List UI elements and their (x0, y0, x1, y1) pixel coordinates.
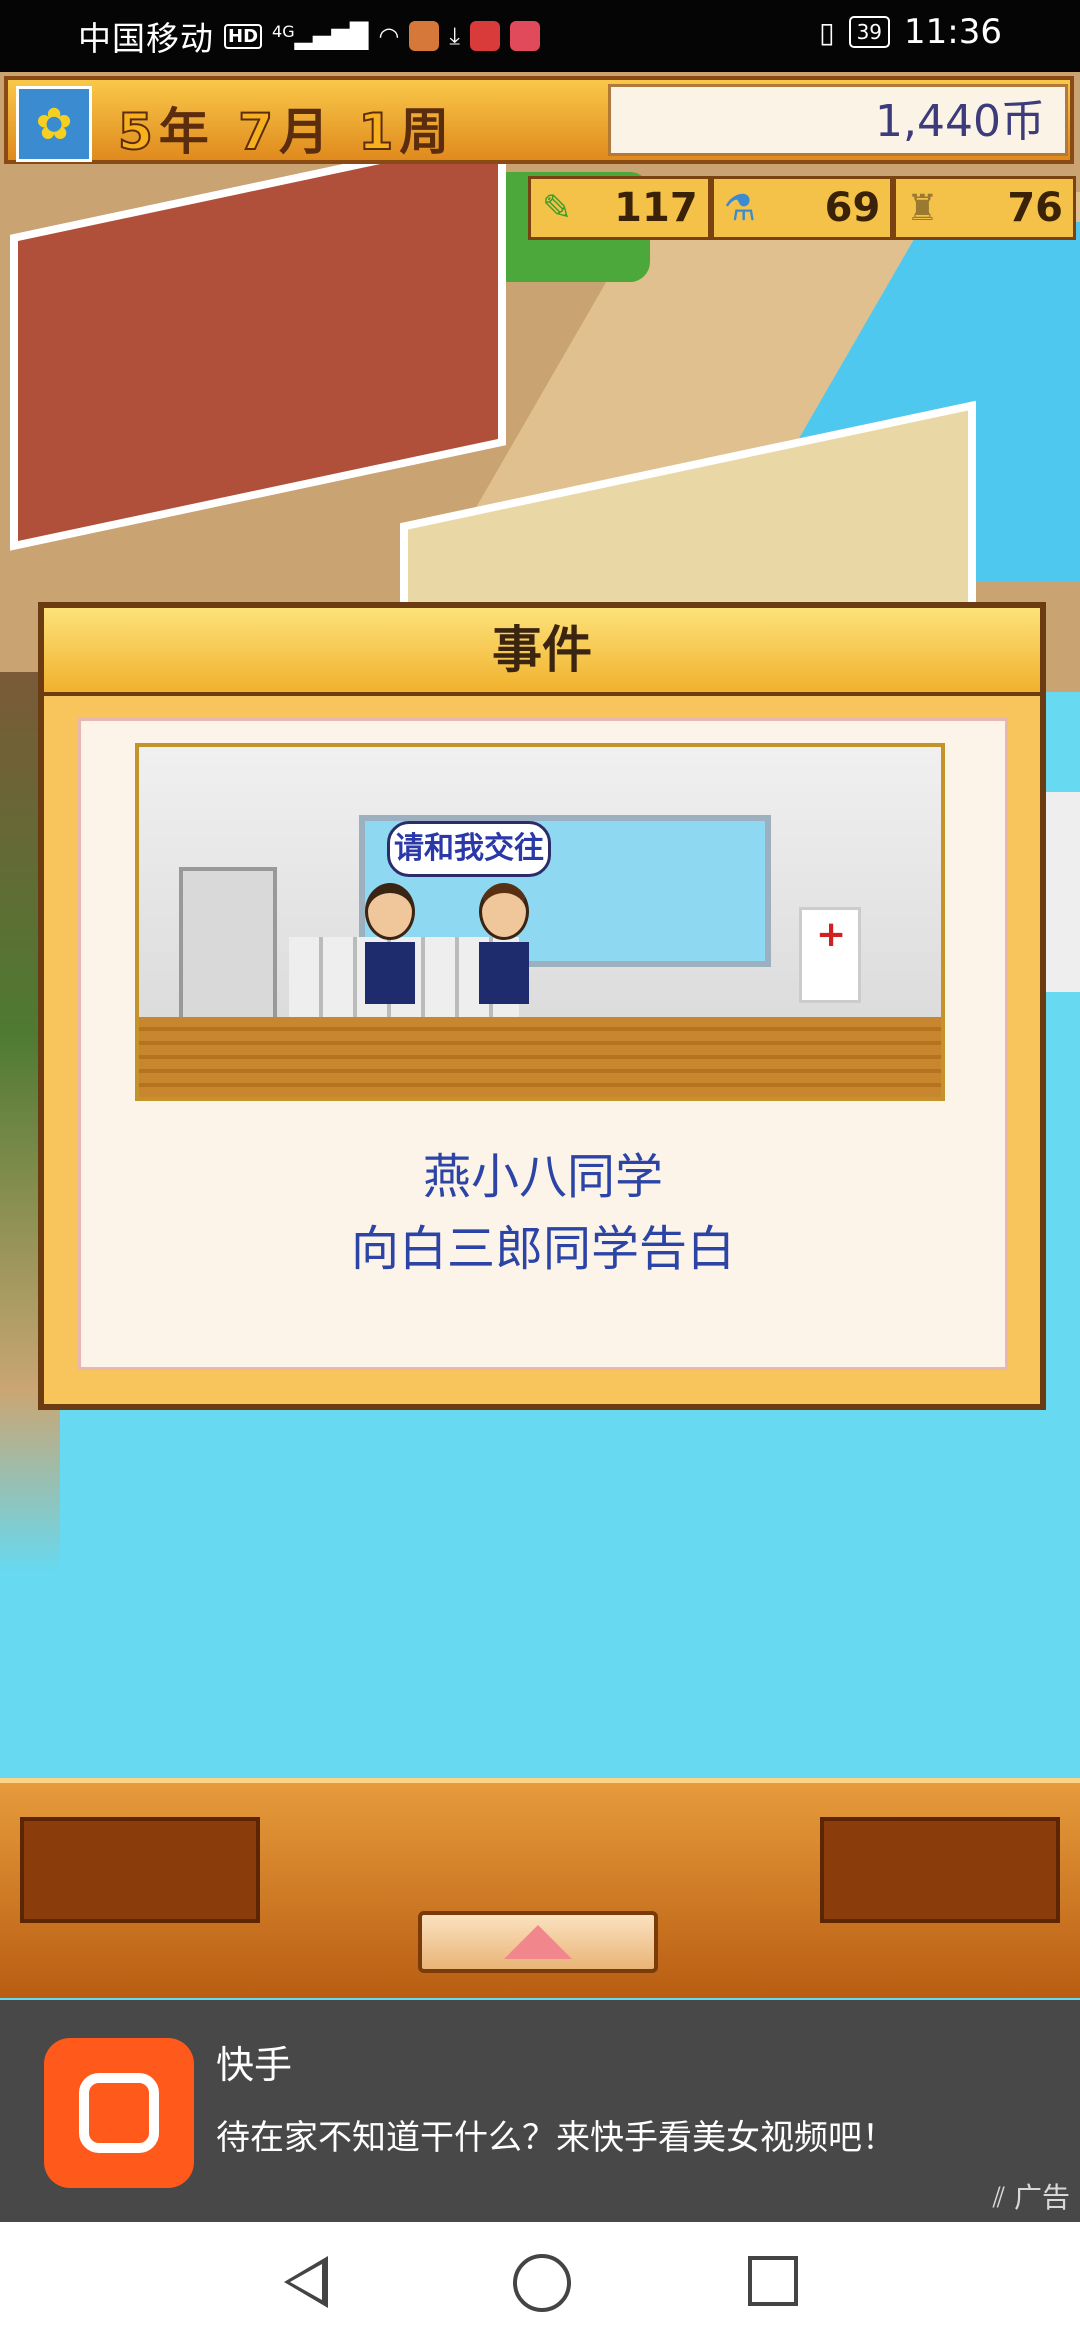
status-left: 中国移动 HD 4G▂▄▆█ ◠ ⤓ (78, 12, 540, 60)
trophy-icon: ♜ (906, 188, 939, 229)
month-number: 7 (237, 102, 280, 162)
stat-sports-value: 76 (1007, 185, 1064, 231)
right-menu-slot[interactable] (820, 1817, 1060, 1923)
stats-bar: ✎ 117 ⚗ 69 ♜ 76 (528, 176, 1077, 240)
student-boy-left (365, 883, 415, 1004)
network-type: 4G (272, 22, 295, 41)
event-text-line2: 向白三郎同学告白 (350, 1221, 735, 1277)
event-text-line1: 燕小八同学 (422, 1149, 663, 1205)
stat-sports: ♜ 76 (893, 176, 1077, 240)
student-boy-right (479, 883, 529, 1004)
event-dialog[interactable]: 事件 请和我交往 燕小八同学 向白三郎同学告白 (38, 602, 1046, 1410)
week-unit: 周 (399, 103, 456, 161)
pencil-icon: ✎ (541, 188, 573, 229)
system-nav-bar (0, 2222, 1080, 2340)
ad-tag-text: 广告 (1013, 2181, 1070, 2214)
money-display: 1,440币 (608, 84, 1068, 156)
signal-icon: 4G▂▄▆█ (272, 22, 369, 50)
back-icon[interactable] (284, 2256, 328, 2308)
speech-bubble: 请和我交往 (387, 821, 551, 877)
ad-description[interactable]: 待在家不知道干什么？来快手看美女视频吧！ (216, 2112, 1036, 2182)
notification-app-icon (409, 21, 440, 51)
event-description: 燕小八同学 向白三郎同学告白 (81, 1141, 1005, 1285)
wifi-icon: ◠ (378, 22, 400, 50)
scene-floor (139, 1017, 941, 1097)
year-number: 5 (117, 102, 159, 162)
stat-research-value: 69 (824, 185, 881, 231)
ad-marker-icon: ⫽ (992, 2181, 1014, 2214)
recent-apps-icon[interactable] (748, 2256, 798, 2306)
battery-indicator: 39 (848, 16, 891, 48)
month-unit: 月 (279, 103, 336, 161)
event-dialog-title: 事件 (44, 608, 1040, 696)
event-scene-image: 请和我交往 (135, 743, 945, 1101)
status-right: ▯ 39 11:36 (819, 12, 1002, 52)
bottom-control-bar (0, 1778, 1080, 1998)
stat-research: ⚗ 69 (710, 176, 894, 240)
event-dialog-body: 请和我交往 燕小八同学 向白三郎同学告白 (78, 718, 1008, 1370)
ad-banner[interactable]: 快手 待在家不知道干什么？来快手看美女视频吧！ ⫽ 广告 (0, 2000, 1080, 2222)
stat-study-value: 117 (614, 185, 698, 231)
left-menu-slot[interactable] (20, 1817, 260, 1923)
carrier-name: 中国移动 (78, 19, 214, 58)
game-date: 5年 7月 1周 (117, 92, 456, 164)
status-bar: 中国移动 HD 4G▂▄▆█ ◠ ⤓ ▯ 39 11:36 (0, 0, 1080, 72)
ad-label: ⫽ 广告 (993, 2176, 1070, 2216)
year-unit: 年 (158, 103, 215, 161)
arrow-up-icon (504, 1925, 572, 1959)
week-number: 1 (357, 102, 400, 162)
hd-badge: HD (224, 23, 263, 49)
scene-door (179, 867, 277, 1035)
expand-menu-button[interactable] (418, 1911, 658, 1973)
flask-icon: ⚗ (723, 188, 756, 229)
date-money-bar: ✿ 5年 7月 1周 1,440币 (4, 76, 1074, 164)
ad-title[interactable]: 快手 (216, 2034, 292, 2089)
vibrate-icon: ▯ (819, 15, 835, 49)
sunflower-icon: ✿ (16, 86, 92, 162)
notification-book-icon (469, 21, 500, 51)
pier (1040, 792, 1080, 992)
stat-study: ✎ 117 (528, 176, 711, 240)
first-aid-icon (799, 907, 861, 1003)
download-icon: ⤓ (449, 22, 460, 50)
kuaishou-logo-icon[interactable] (44, 2038, 194, 2188)
clock: 11:36 (904, 12, 1002, 52)
home-icon[interactable] (513, 2254, 571, 2312)
notification-lotus-icon (509, 21, 540, 51)
